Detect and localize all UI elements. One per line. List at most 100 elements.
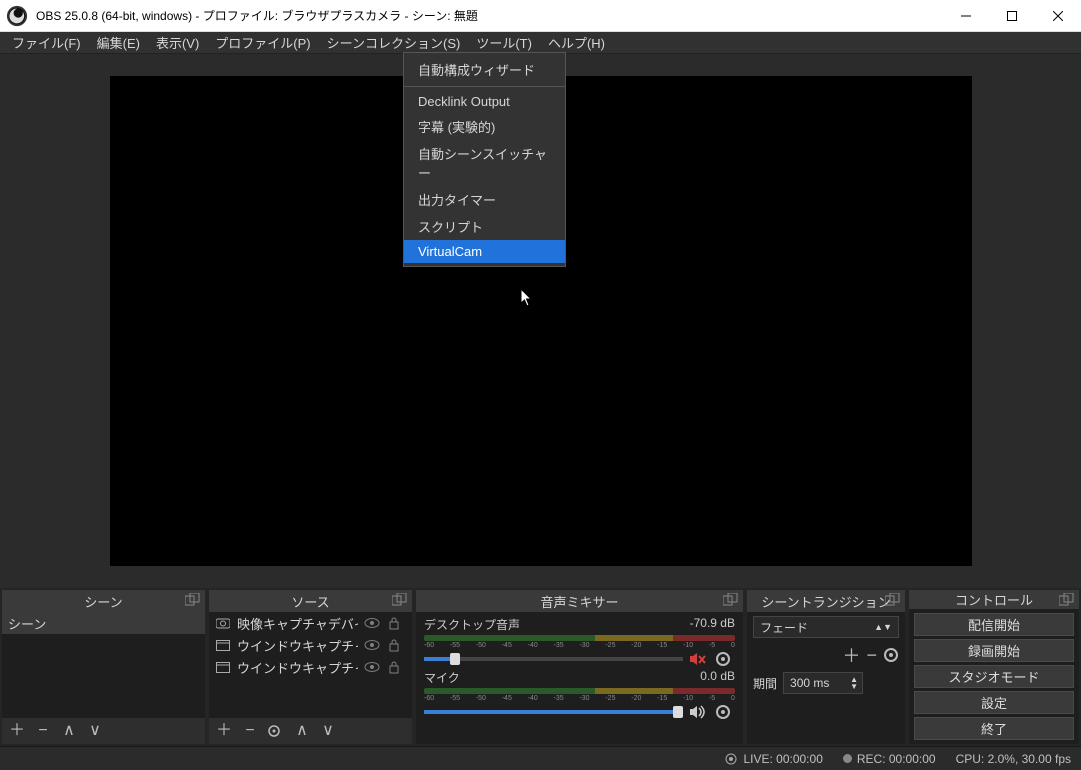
mixer-channel-db: -70.9 dB	[690, 616, 735, 633]
caret-updown-icon: ▲▼	[874, 622, 892, 632]
duration-value: 300 ms	[790, 676, 829, 690]
dock-controls: コントロール 配信開始 録画開始 スタジオモード 設定 終了	[909, 590, 1079, 744]
broadcast-icon	[724, 752, 738, 766]
dock-detach-icon[interactable]	[185, 593, 201, 607]
menu-view[interactable]: 表示(V)	[148, 31, 207, 54]
close-button[interactable]	[1035, 0, 1081, 32]
dock-scenes: シーン シーン ＋ − ∧ ∨	[2, 590, 205, 744]
gear-icon[interactable]	[883, 647, 899, 663]
maximize-button[interactable]	[989, 0, 1035, 32]
add-transition-button[interactable]: ＋	[842, 642, 860, 668]
status-rec: REC: 00:00:00	[843, 752, 936, 766]
dock-sources-header[interactable]: ソース	[209, 590, 412, 612]
menu-edit[interactable]: 編集(E)	[89, 31, 148, 54]
lock-icon[interactable]	[388, 638, 406, 652]
volume-slider[interactable]	[424, 710, 683, 714]
visibility-icon[interactable]	[364, 617, 382, 629]
menu-separator	[404, 86, 565, 87]
lock-icon[interactable]	[388, 660, 406, 674]
menu-item-virtualcam[interactable]: VirtualCam	[404, 240, 565, 263]
source-label: ウインドウキャプチャ_re	[237, 636, 358, 655]
mixer-channel-desktop: デスクトップ音声 -70.9 dB -60-55-50-45-40-35-30-…	[424, 616, 735, 667]
dock-detach-icon[interactable]	[392, 593, 408, 607]
source-down-button[interactable]: ∨	[319, 723, 337, 739]
menu-item-output-timer[interactable]: 出力タイマー	[404, 186, 565, 213]
window-icon	[215, 660, 231, 674]
visibility-icon[interactable]	[364, 639, 382, 651]
start-recording-button[interactable]: 録画開始	[914, 639, 1074, 662]
start-streaming-button[interactable]: 配信開始	[914, 613, 1074, 636]
add-scene-button[interactable]: ＋	[8, 723, 26, 739]
dock-transitions-title: シーントランジション	[761, 592, 890, 611]
settings-button[interactable]: 設定	[914, 691, 1074, 714]
transition-select[interactable]: フェード ▲▼	[753, 616, 899, 638]
studio-mode-button[interactable]: スタジオモード	[914, 665, 1074, 688]
dock-detach-icon[interactable]	[1059, 593, 1075, 607]
dock-mixer: 音声ミキサー デスクトップ音声 -70.9 dB -60-55-50-45-40…	[416, 590, 743, 744]
scene-up-button[interactable]: ∧	[60, 723, 78, 739]
record-dot-icon	[843, 754, 852, 763]
dock-detach-icon[interactable]	[723, 593, 739, 607]
transition-selected: フェード	[760, 619, 808, 636]
mute-icon[interactable]	[689, 652, 709, 666]
source-row[interactable]: ウインドウキャプチャ_ch	[209, 656, 412, 678]
remove-source-button[interactable]: −	[241, 723, 259, 739]
dock-mixer-title: 音声ミキサー	[540, 592, 618, 611]
lock-icon[interactable]	[388, 616, 406, 630]
speaker-icon[interactable]	[689, 705, 709, 719]
dock-transitions-header[interactable]: シーントランジション	[747, 590, 905, 612]
dock-detach-icon[interactable]	[885, 593, 901, 607]
scene-row[interactable]: シーン	[2, 612, 205, 634]
transitions-body: フェード ▲▼ ＋ − 期間 300 ms ▲▼	[747, 612, 905, 744]
gear-icon[interactable]	[715, 651, 735, 667]
volume-slider[interactable]	[424, 657, 683, 661]
exit-button[interactable]: 終了	[914, 717, 1074, 740]
remove-transition-button[interactable]: −	[866, 645, 877, 666]
menu-profile[interactable]: プロファイル(P)	[207, 31, 318, 54]
sources-list[interactable]: 映像キャプチャデバイス ウインドウキャプチャ_re ウインドウキャプチャ_ch	[209, 612, 412, 718]
gear-icon[interactable]	[715, 704, 735, 720]
mixer-channel-mic: マイク 0.0 dB -60-55-50-45-40-35-30-25-20-1…	[424, 669, 735, 720]
dock-controls-header[interactable]: コントロール	[909, 590, 1079, 609]
menu-file[interactable]: ファイル(F)	[4, 31, 89, 54]
menu-item-auto-scene-switcher[interactable]: 自動シーンスイッチャー	[404, 140, 565, 186]
status-live: LIVE: 00:00:00	[724, 752, 822, 766]
menu-tools[interactable]: ツール(T)	[468, 31, 540, 54]
source-row[interactable]: ウインドウキャプチャ_re	[209, 634, 412, 656]
add-source-button[interactable]: ＋	[215, 723, 233, 739]
dock-controls-title: コントロール	[955, 590, 1033, 609]
controls-body: 配信開始 録画開始 スタジオモード 設定 終了	[909, 609, 1079, 744]
mixer-channel-name: マイク	[424, 669, 460, 686]
source-properties-button[interactable]	[267, 724, 285, 738]
duration-input[interactable]: 300 ms ▲▼	[783, 672, 863, 694]
tools-dropdown: 自動構成ウィザード Decklink Output 字幕 (実験的) 自動シーン…	[403, 52, 566, 267]
scene-down-button[interactable]: ∨	[86, 723, 104, 739]
docks-row: シーン シーン ＋ − ∧ ∨ ソース	[0, 588, 1081, 746]
dock-transitions: シーントランジション フェード ▲▼ ＋ − 期間 300 ms ▲▼	[747, 590, 905, 744]
scenes-list[interactable]: シーン	[2, 612, 205, 718]
menubar: ファイル(F) 編集(E) 表示(V) プロファイル(P) シーンコレクション(…	[0, 32, 1081, 54]
menu-scene-collection[interactable]: シーンコレクション(S)	[319, 31, 469, 54]
minimize-button[interactable]	[943, 0, 989, 32]
window-buttons	[943, 0, 1081, 32]
dock-scenes-header[interactable]: シーン	[2, 590, 205, 612]
duration-label: 期間	[753, 675, 777, 692]
source-row[interactable]: 映像キャプチャデバイス	[209, 612, 412, 634]
scene-label: シーン	[8, 614, 199, 633]
dock-mixer-header[interactable]: 音声ミキサー	[416, 590, 743, 612]
source-up-button[interactable]: ∧	[293, 723, 311, 739]
visibility-icon[interactable]	[364, 661, 382, 673]
menu-item-auto-config[interactable]: 自動構成ウィザード	[404, 56, 565, 83]
mixer-body: デスクトップ音声 -70.9 dB -60-55-50-45-40-35-30-…	[416, 612, 743, 744]
spinner-icon[interactable]: ▲▼	[850, 676, 858, 690]
menu-item-decklink[interactable]: Decklink Output	[404, 90, 565, 113]
meter-scale: -60-55-50-45-40-35-30-25-20-15-10-50	[424, 642, 735, 652]
menu-item-captions[interactable]: 字幕 (実験的)	[404, 113, 565, 140]
remove-scene-button[interactable]: −	[34, 723, 52, 739]
statusbar: LIVE: 00:00:00 REC: 00:00:00 CPU: 2.0%, …	[0, 746, 1081, 770]
status-cpu: CPU: 2.0%, 30.00 fps	[956, 752, 1071, 766]
menu-item-scripts[interactable]: スクリプト	[404, 213, 565, 240]
source-label: ウインドウキャプチャ_ch	[237, 658, 358, 677]
meter-scale: -60-55-50-45-40-35-30-25-20-15-10-50	[424, 695, 735, 705]
menu-help[interactable]: ヘルプ(H)	[540, 31, 613, 54]
